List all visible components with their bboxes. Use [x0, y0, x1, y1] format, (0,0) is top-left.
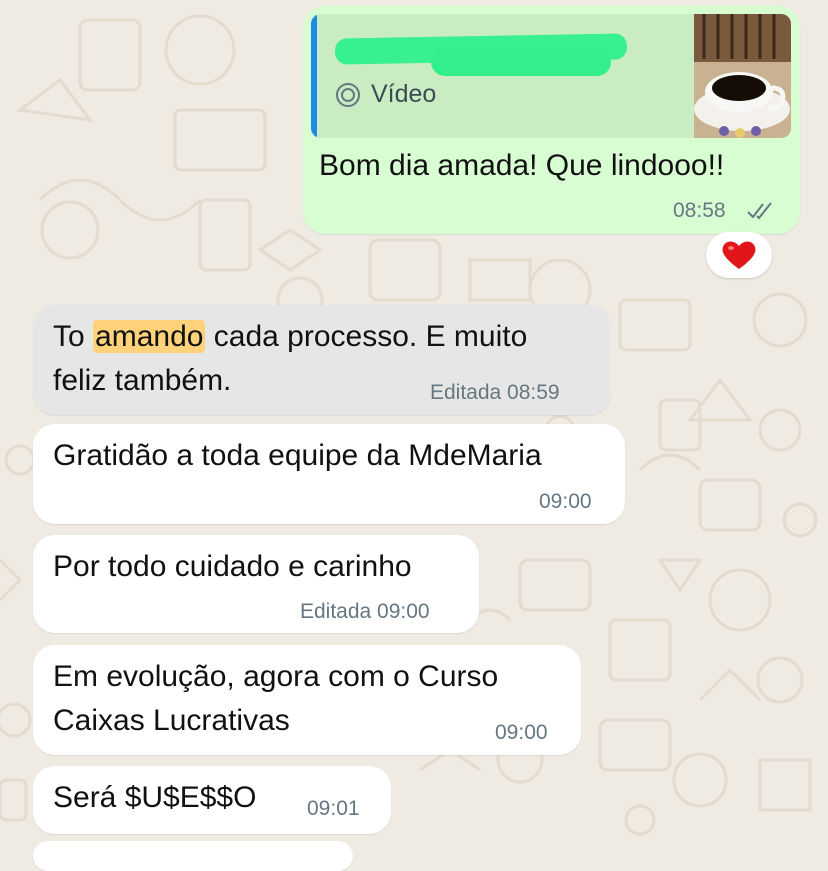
message-text: Será $U$E$$O [53, 781, 257, 814]
incoming-message-bubble-highlighted[interactable]: To amando cada processo. E muito feliz t… [33, 305, 611, 415]
message-text: Por todo cuidado e carinho [53, 550, 412, 583]
message-text-line-2: feliz também. [53, 364, 232, 397]
message-time: 09:00 [495, 721, 548, 744]
message-time: 08:58 [673, 199, 726, 222]
message-time: 09:00 [539, 490, 592, 513]
message-text-line-1: To amando cada processo. E muito [53, 315, 527, 359]
message-text: Bom dia amada! Que lindooo!! [319, 149, 725, 182]
incoming-message-bubble[interactable]: Será $U$E$$O 09:01 [33, 766, 391, 834]
message-text-suffix: cada processo. E muito [205, 320, 528, 353]
video-thumbnail[interactable] [694, 14, 791, 138]
message-text-line-1: Em evolução, agora com o Curso [53, 660, 499, 693]
quote-accent-bar [311, 14, 317, 138]
search-match-highlight: amando [93, 320, 206, 353]
read-ticks-icon [747, 202, 772, 220]
message-text-prefix: To [53, 320, 94, 353]
reaction-badge[interactable] [706, 232, 772, 278]
message-edited-time: Editada 08:59 [430, 381, 560, 404]
outgoing-message-bubble[interactable]: Vídeo Bom dia amada! Que lindooo!! 08:58 [303, 6, 800, 234]
incoming-message-bubble[interactable]: Em evolução, agora com o Curso Caixas Lu… [33, 645, 581, 755]
quoted-message[interactable]: Vídeo [311, 14, 791, 138]
video-icon [336, 83, 360, 107]
heart-icon [722, 241, 756, 269]
message-text: Gratidão a toda equipe da MdeMaria [53, 439, 542, 472]
redacted-sender-name-overlay [431, 48, 611, 76]
message-text-line-2: Caixas Lucrativas [53, 704, 290, 737]
incoming-message-bubble-partial[interactable] [33, 841, 353, 871]
incoming-message-bubble[interactable]: Por todo cuidado e carinho Editada 09:00 [33, 535, 479, 633]
incoming-message-bubble[interactable]: Gratidão a toda equipe da MdeMaria 09:00 [33, 424, 625, 524]
message-time: 09:01 [307, 797, 360, 820]
quote-media-label: Vídeo [371, 80, 437, 108]
message-edited-time: Editada 09:00 [300, 600, 430, 623]
